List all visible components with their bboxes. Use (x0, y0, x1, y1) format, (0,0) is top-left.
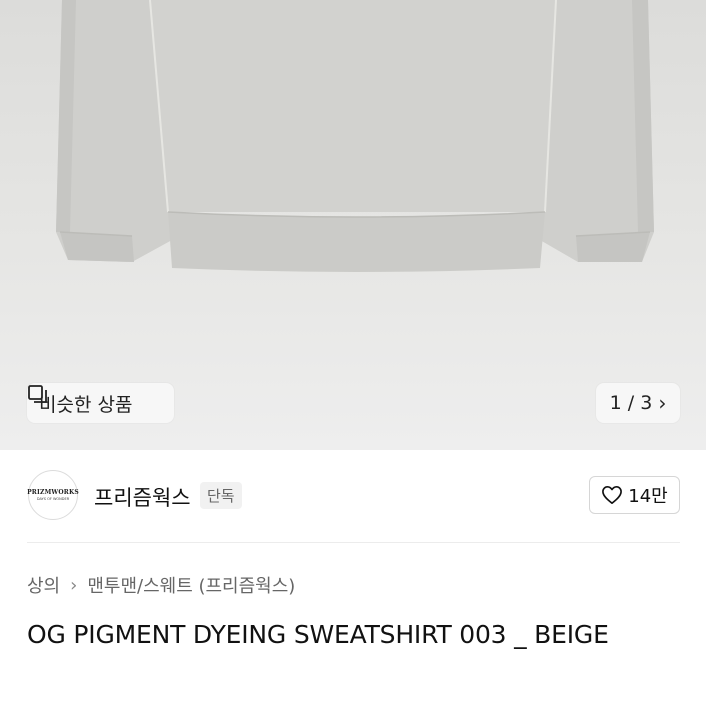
similar-products-icon (28, 385, 47, 403)
chevron-right-icon: › (70, 574, 78, 596)
brand-name-link[interactable]: 프리즘웍스 (94, 482, 191, 512)
section-divider (27, 542, 680, 543)
image-pager-text: 1 / 3 (609, 392, 653, 414)
similar-products-label: 비슷한 상품 (39, 393, 133, 416)
brand-row: PRIZMWORKS DAYS OF WONDER 프리즘웍스 단독 14만 (0, 450, 706, 542)
like-count: 14만 (628, 486, 668, 507)
image-pager-button[interactable]: 1 / 3 › (596, 383, 680, 423)
brand-logo-subtext: DAYS OF WONDER (36, 497, 70, 501)
breadcrumb-item-subcategory[interactable]: 맨투맨/스웨트 (프리즘웍스) (87, 572, 295, 598)
product-title: OG PIGMENT DYEING SWEATSHIRT 003 _ BEIGE (27, 620, 609, 649)
similar-products-button[interactable]: 비슷한 상품 (27, 383, 174, 423)
brand-logo-text: PRIZMWORKS (27, 489, 79, 496)
chevron-right-icon: › (658, 391, 667, 415)
exclusive-badge: 단독 (200, 482, 242, 509)
product-image[interactable]: 비슷한 상품 1 / 3 › (0, 0, 706, 450)
brand-logo[interactable]: PRIZMWORKS DAYS OF WONDER (27, 470, 79, 520)
breadcrumb: 상의 › 맨투맨/스웨트 (프리즘웍스) (27, 572, 295, 598)
heart-outline-icon (602, 486, 623, 504)
breadcrumb-item-category[interactable]: 상의 (27, 572, 60, 598)
brand-like-button[interactable]: 14만 (589, 476, 680, 514)
